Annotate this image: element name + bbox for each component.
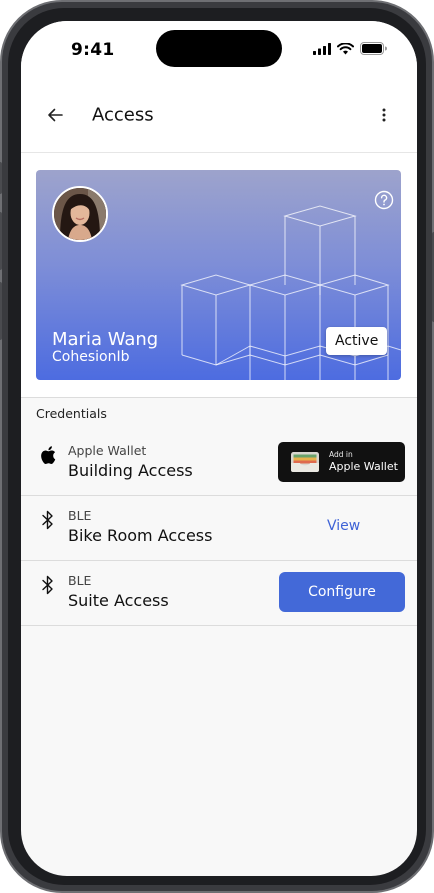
dynamic-island [156,30,282,67]
credential-name: Suite Access [68,591,169,610]
credential-type: BLE [68,573,92,588]
credential-row-suite-access[interactable]: BLE Suite Access Configure [21,561,417,626]
credential-name: Bike Room Access [68,526,213,545]
more-vertical-icon [382,108,386,122]
organization-name: CohesionIb [52,349,130,365]
back-button[interactable] [41,101,69,129]
wifi-icon [337,42,354,54]
credential-row-bike-room-access[interactable]: BLE Bike Room Access View [21,496,417,561]
phone-frame: 9:41 Access Maria Wang CohesionIb Active… [0,0,434,893]
add-to-apple-wallet-button[interactable]: Add in Apple Wallet [278,442,405,482]
more-options-button[interactable] [371,102,397,128]
credentials-header: Credentials [36,406,107,421]
signal-icon [313,42,331,55]
access-card: Maria Wang CohesionIb Active [36,170,401,380]
configure-button[interactable]: Configure [279,572,405,612]
side-button [0,162,2,194]
credential-name: Building Access [68,461,193,480]
wallet-button-large-text: Apple Wallet [329,460,398,473]
screen: 9:41 Access Maria Wang CohesionIb Active… [21,21,417,876]
status-icons [313,42,387,55]
battery-icon [360,42,387,55]
status-badge: Active [326,327,388,355]
profile-section: Maria Wang CohesionIb Active [21,153,417,398]
user-photo [54,188,106,240]
status-bar: 9:41 [21,21,417,81]
volume-down-button [0,282,2,340]
credential-row-building-access[interactable]: Apple Wallet Building Access Add in Appl… [21,431,417,496]
help-icon[interactable] [374,190,394,210]
apple-icon [41,446,56,464]
credential-type: Apple Wallet [68,443,147,458]
bluetooth-icon [42,575,53,595]
status-time: 9:41 [71,40,115,60]
wallet-icon [291,452,319,472]
bluetooth-icon [42,510,53,530]
avatar [52,186,108,242]
app-bar: Access [21,81,417,153]
wallet-button-small-text: Add in [329,450,353,459]
credential-type: BLE [68,508,92,523]
user-name: Maria Wang [52,329,159,350]
view-link[interactable]: View [327,518,360,534]
arrow-left-icon [48,108,63,122]
volume-up-button [0,212,2,270]
page-title: Access [92,104,154,126]
